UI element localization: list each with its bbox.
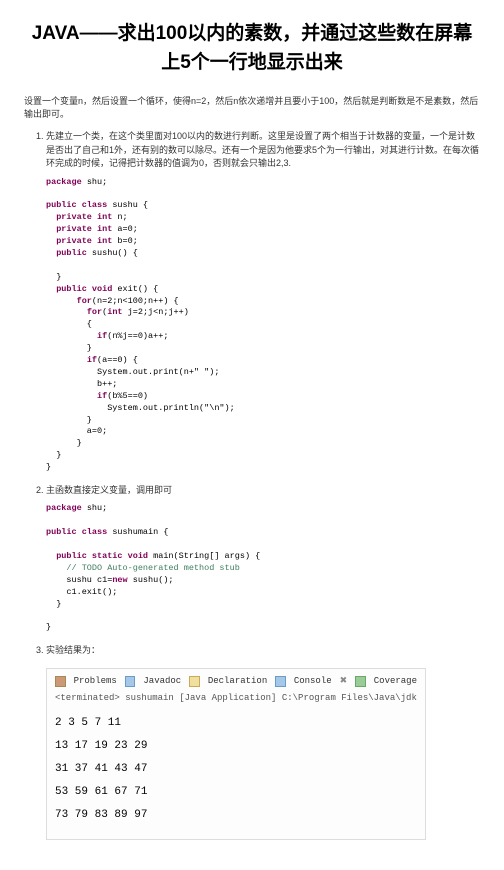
t: } [46,462,51,472]
t: } [46,450,61,460]
steps-list: 先建立一个类，在这个类里面对100以内的数进行判断。这里是设置了两个相当于计数器… [24,130,480,840]
kw-new: new [112,575,127,585]
step-1-text: 先建立一个类，在这个类里面对100以内的数进行判断。这里是设置了两个相当于计数器… [46,131,479,168]
kw-private-int: private int [46,212,112,222]
prime-row: 31 37 41 43 47 [55,758,417,781]
kw-for: for [87,307,102,317]
kw-if: if [87,355,97,365]
comment-todo: // TODO Auto-generated method stub [46,563,240,573]
tab-console[interactable]: Console [294,675,332,689]
prime-row: 73 79 83 89 97 [55,804,417,827]
console-terminated-line: <terminated> sushumain [Java Application… [55,692,417,706]
t: } [46,622,51,632]
kw-if: if [97,331,107,341]
tab-javadoc[interactable]: Javadoc [143,675,181,689]
prime-row: 13 17 19 23 29 [55,735,417,758]
t: (n=2;n<100;n++) { [92,296,179,306]
t: b++; [46,379,117,389]
t: a=0; [112,224,138,234]
coverage-icon [355,676,366,687]
prime-row: 2 3 5 7 11 [55,712,417,735]
console-output-text: 2 3 5 7 11 13 17 19 23 29 31 37 41 43 47… [55,712,417,827]
t: sushu(); [128,575,174,585]
step-2-text: 主函数直接定义变量，调用即可 [46,485,172,495]
t: (a==0) { [97,355,138,365]
console-tabbar: Problems Javadoc Declaration Console ✖ C… [55,675,417,689]
step-3-text: 实验结果为： [46,645,100,655]
kw-psvm: public static void [46,551,148,561]
kw-public-class: public class [46,200,107,210]
t: System.out.print(n+" "); [46,367,219,377]
kw-int: int [107,307,122,317]
intro-paragraph: 设置一个变量n，然后设置一个循环，使得n=2，然后n依次递增并且要小于100，然… [24,95,480,120]
kw-public-class: public class [46,527,107,537]
t: (b%5==0) [107,391,148,401]
t: shu; [82,177,108,187]
step-3: 实验结果为： Problems Javadoc Declaration Cons… [46,644,480,840]
tab-declaration[interactable]: Declaration [208,675,267,689]
step-2: 主函数直接定义变量，调用即可 package shu; public class… [46,484,480,634]
tab-coverage[interactable]: Coverage [374,675,417,689]
t: sushu { [107,200,148,210]
console-icon [275,676,286,687]
t: sushumain { [107,527,168,537]
t: main(String[] args) { [148,551,260,561]
t: a=0; [46,426,107,436]
t: (n%j==0)a++; [107,331,168,341]
t: } [46,272,61,282]
kw-package: package [46,503,82,513]
kw-public-void: public void [46,284,112,294]
page-title: JAVA——求出100以内的素数，并通过这些数在屏幕上5个一行地显示出来 [24,20,480,77]
console-output-panel: Problems Javadoc Declaration Console ✖ C… [46,668,426,840]
kw-private-int: private int [46,236,112,246]
t: sushu c1= [46,575,112,585]
t: } [46,343,92,353]
kw-public: public [46,248,87,258]
prime-row: 53 59 61 67 71 [55,781,417,804]
t: } [46,599,61,609]
kw-for: for [77,296,92,306]
kw-if: if [97,391,107,401]
code-block-2: package shu; public class sushumain { pu… [46,503,480,634]
pin-icon[interactable]: ✖ [340,675,348,689]
kw-package: package [46,177,82,187]
code-block-1: package shu; public class sushu { privat… [46,177,480,474]
t: b=0; [112,236,138,246]
t: { [46,319,92,329]
t: } [46,415,92,425]
t: sushu() { [87,248,138,258]
step-1: 先建立一个类，在这个类里面对100以内的数进行判断。这里是设置了两个相当于计数器… [46,130,480,474]
t: } [46,438,82,448]
declaration-icon [189,676,200,687]
t: j=2;j<n;j++) [123,307,189,317]
t: System.out.println("\n"); [46,403,235,413]
javadoc-icon [125,676,136,687]
t: shu; [82,503,108,513]
t: c1.exit(); [46,587,117,597]
t: n; [112,212,127,222]
kw-private-int: private int [46,224,112,234]
problems-icon [55,676,66,687]
tab-problems[interactable]: Problems [74,675,117,689]
t: exit() { [112,284,158,294]
